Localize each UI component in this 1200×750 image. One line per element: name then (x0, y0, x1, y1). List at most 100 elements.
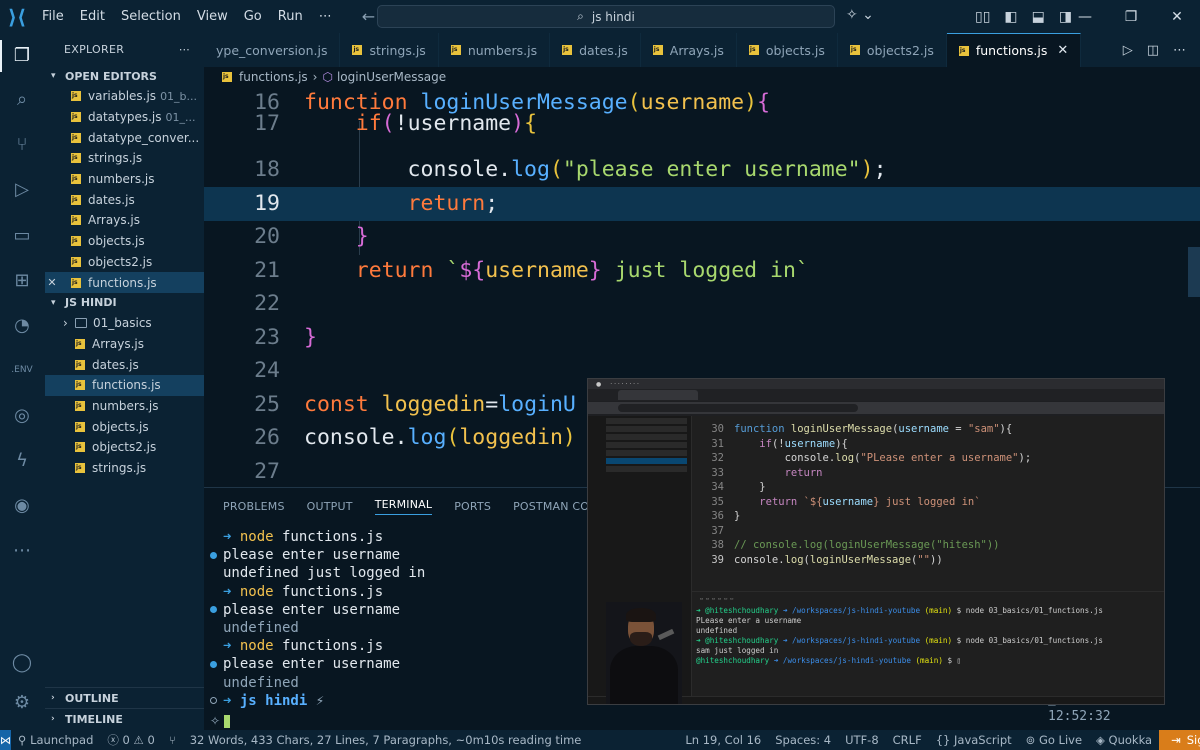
launchpad-item[interactable]: ⚲ Launchpad (11, 733, 100, 747)
settings-sync-icon[interactable]: ◎ (8, 401, 36, 429)
ports-icon[interactable]: ⑂ (162, 733, 183, 747)
minimize-icon[interactable]: — (1062, 9, 1108, 25)
pip-line-number: 34 (711, 481, 724, 493)
sign-in-button[interactable]: ⇥ Sign In (1159, 730, 1200, 750)
tab-dates-js[interactable]: dates.js (550, 33, 641, 67)
command-center-search[interactable]: ⌕ js hindi (377, 5, 835, 28)
workspace-header[interactable]: ▾ JS HINDI (45, 293, 204, 313)
account-icon[interactable]: ◯ (8, 648, 36, 676)
file-item[interactable]: dates.js (45, 354, 204, 375)
file-name: functions.js (92, 378, 161, 393)
folder-item[interactable]: › 01_basics (45, 313, 204, 334)
encoding[interactable]: UTF-8 (838, 733, 886, 747)
code-token: loggedin (459, 425, 563, 450)
menu-more[interactable]: ⋯ (311, 0, 340, 33)
terminal-token: please enter username (223, 601, 401, 618)
line-number: 24 (254, 358, 280, 383)
quokka-button[interactable]: ◈ Quokka (1089, 733, 1159, 747)
explorer-icon[interactable]: ❐ (8, 41, 36, 69)
more-views-icon[interactable]: ⋯ (8, 536, 36, 564)
js-file-icon (71, 256, 81, 267)
panel-tab-problems[interactable]: PROBLEMS (223, 500, 285, 513)
language-mode[interactable]: {} JavaScript (929, 733, 1019, 747)
manage-gear-icon[interactable]: ⚙ (8, 688, 36, 716)
outline-header[interactable]: › OUTLINE (45, 687, 204, 708)
pip-code-token: ){ (835, 437, 848, 450)
back-arrow-icon[interactable]: ← (362, 7, 375, 26)
open-editors-header[interactable]: ▾ OPEN EDITORS (45, 66, 204, 86)
file-item[interactable]: numbers.js (45, 396, 204, 417)
open-editor-item[interactable]: datatype_conver... (45, 127, 204, 148)
terminal-output[interactable]: ➜ node functions.js please enter username… (204, 528, 604, 710)
open-editor-item[interactable]: variables.js01_b... (45, 86, 204, 107)
cursor-position[interactable]: Ln 19, Col 16 (678, 733, 768, 747)
file-item[interactable]: strings.js (45, 458, 204, 479)
terminal-line: ➜ node functions.js (204, 637, 604, 655)
timeline-header[interactable]: › TIMELINE (45, 708, 204, 729)
thunder-client-icon[interactable]: ϟ (8, 446, 36, 474)
breadcrumb-file[interactable]: functions.js (239, 70, 308, 84)
open-editor-item[interactable]: datatypes.js01_... (45, 107, 204, 128)
tab-functions-js[interactable]: functions.js ✕ (946, 33, 1082, 67)
menu-go[interactable]: Go (236, 0, 270, 33)
open-editor-item[interactable]: ✕ functions.js (45, 272, 204, 293)
more-actions-icon[interactable]: ⋯ (1173, 43, 1186, 58)
customize-layout-icon[interactable]: ▯▯ (975, 9, 990, 25)
git-graph-icon[interactable]: ◔ (8, 311, 36, 339)
close-icon[interactable]: ✕ (1057, 43, 1068, 58)
menu-file[interactable]: File (34, 0, 72, 33)
remote-indicator-icon[interactable]: ⋈ (0, 730, 11, 750)
remote-explorer-icon[interactable]: ▭ (8, 221, 36, 249)
run-debug-icon[interactable]: ▷ (8, 175, 36, 203)
open-editor-item[interactable]: numbers.js (45, 169, 204, 190)
pip-terminal-line: @hiteshchoudhary ➜ /workspaces/js-hindi-… (692, 656, 1164, 666)
pip-code-token: ); (1018, 452, 1032, 464)
open-editor-item[interactable]: strings.js (45, 148, 204, 169)
split-editor-icon[interactable]: ◫ (1147, 43, 1159, 58)
go-live-button[interactable]: ⊚ Go Live (1019, 733, 1089, 747)
tab-ype-conversion-js[interactable]: ype_conversion.js (204, 33, 341, 67)
file-item[interactable]: objects2.js (45, 437, 204, 458)
close-window-icon[interactable]: ✕ (1154, 9, 1200, 25)
close-icon[interactable]: ✕ (45, 276, 59, 289)
tab-strings-js[interactable]: strings.js (340, 33, 439, 67)
menu-view[interactable]: View (189, 0, 236, 33)
panel-tab-output[interactable]: OUTPUT (307, 500, 353, 513)
pip-terminal-line: PLease enter a username (692, 616, 1164, 626)
tab-arrays-js[interactable]: Arrays.js (641, 33, 737, 67)
panel-tab-ports[interactable]: PORTS (454, 500, 491, 513)
toggle-sidebar-icon[interactable]: ◧ (1004, 9, 1017, 25)
dotenv-icon[interactable]: .ENV (8, 356, 36, 384)
toggle-panel-icon[interactable]: ⬓ (1032, 9, 1045, 25)
open-editor-item[interactable]: dates.js (45, 189, 204, 210)
source-control-icon[interactable]: ⑂ (8, 130, 36, 158)
menu-edit[interactable]: Edit (72, 0, 113, 33)
run-icon[interactable]: ▷ (1123, 43, 1133, 58)
line-ending[interactable]: CRLF (886, 733, 929, 747)
restore-icon[interactable]: ❐ (1108, 9, 1154, 25)
file-item[interactable]: objects.js (45, 416, 204, 437)
more-actions-icon[interactable]: ⋯ (179, 43, 190, 56)
problems-item[interactable]: ⓧ 0 ⚠ 0 (100, 732, 161, 748)
copilot-icon[interactable]: ✧ ⌄ (846, 7, 874, 23)
pip-code-token: (! (771, 437, 785, 450)
tab-objects-js[interactable]: objects.js (737, 33, 838, 67)
sign-in-icon: ⇥ (1171, 733, 1181, 747)
open-editor-item[interactable]: objects.js (45, 231, 204, 252)
tab-numbers-js[interactable]: numbers.js (439, 33, 551, 67)
search-icon[interactable]: ⌕ (8, 85, 36, 113)
breadcrumb-symbol[interactable]: loginUserMessage (337, 70, 446, 84)
indentation[interactable]: Spaces: 4 (768, 733, 838, 747)
code-token: loginU (498, 391, 576, 417)
open-editor-item[interactable]: Arrays.js (45, 210, 204, 231)
postman-icon[interactable]: ◉ (8, 491, 36, 519)
word-count[interactable]: 32 Words, 433 Chars, 27 Lines, 7 Paragra… (183, 733, 589, 747)
file-item[interactable]: functions.js (45, 374, 204, 396)
tab-objects2-js[interactable]: objects2.js (838, 33, 947, 67)
file-item[interactable]: Arrays.js (45, 334, 204, 355)
open-editor-item[interactable]: objects2.js (45, 252, 204, 273)
extensions-icon[interactable]: ⊞ (8, 266, 36, 294)
menu-run[interactable]: Run (270, 0, 311, 33)
menu-selection[interactable]: Selection (113, 0, 189, 33)
panel-tab-terminal[interactable]: TERMINAL (374, 498, 433, 515)
